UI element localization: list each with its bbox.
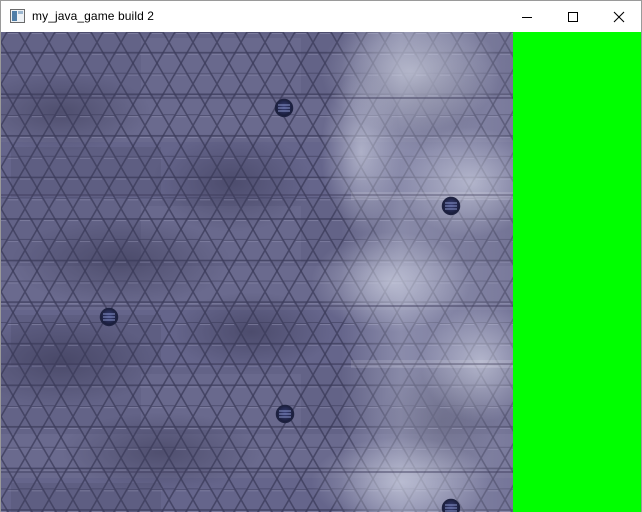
fog-patch [321,72,401,232]
side-panel [513,32,641,512]
window-title: my_java_game build 2 [32,9,155,23]
floor-seam [351,360,513,368]
game-window: my_java_game build 2 [0,0,642,512]
maximize-button[interactable] [550,1,596,32]
java-app-icon [10,9,25,23]
maximize-icon [568,11,578,22]
close-icon [613,11,625,22]
vent-grate [441,498,461,512]
minimize-button[interactable] [504,1,550,32]
game-viewport[interactable] [1,32,641,512]
hex-floor-map [1,32,513,512]
minimize-icon [522,16,532,18]
close-button[interactable] [596,1,642,32]
title-bar[interactable]: my_java_game build 2 [1,1,641,32]
floor-seam [351,192,513,200]
game-playfield[interactable] [1,32,513,512]
